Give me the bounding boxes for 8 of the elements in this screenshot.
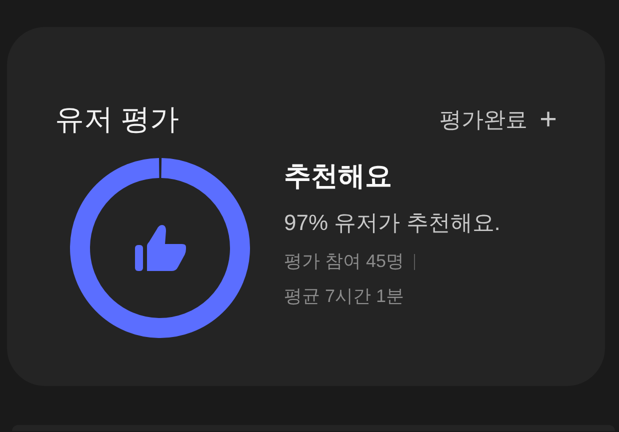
recommend-headline: 추천해요 xyxy=(284,160,393,192)
separator-bar xyxy=(414,254,416,270)
rating-done-button[interactable]: 평가완료 + xyxy=(439,105,557,135)
thumbs-up-icon xyxy=(135,225,186,271)
section-title: 유저 평가 xyxy=(55,106,180,134)
recommend-summary: 97% 유저가 추천해요. xyxy=(284,210,500,237)
stat-text: 평가 참여 45명 xyxy=(284,250,404,272)
stat-text: 평균 7시간 1분 xyxy=(284,286,404,308)
